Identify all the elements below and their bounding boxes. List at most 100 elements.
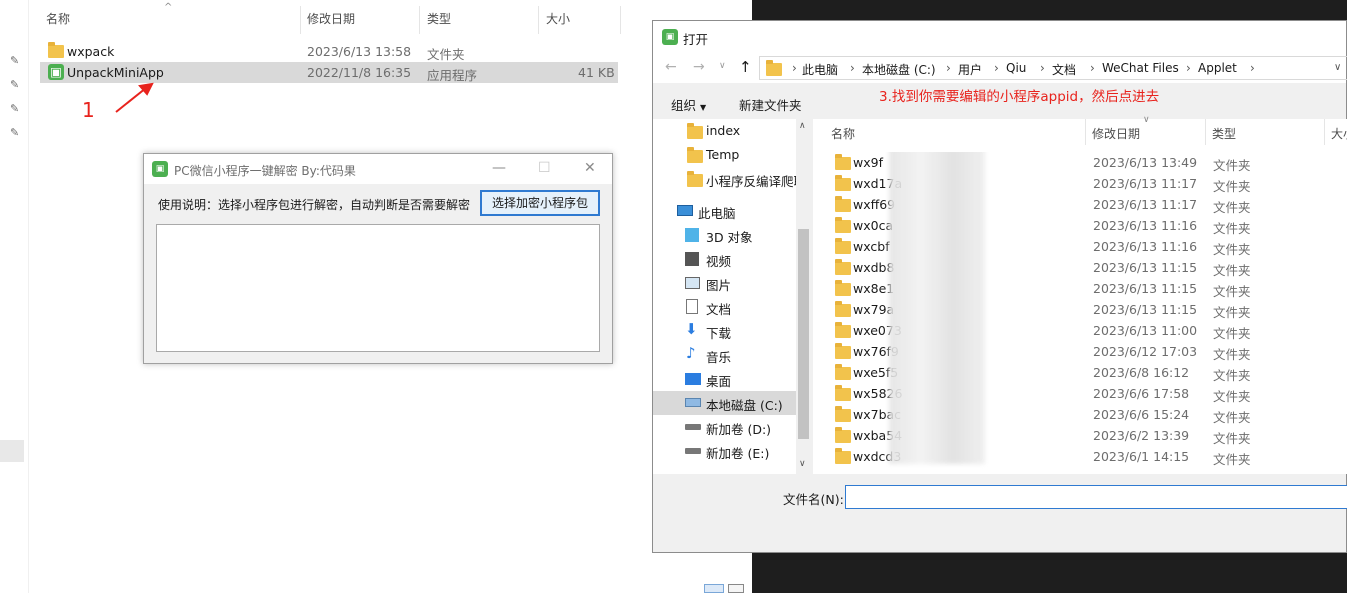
nav-item-music[interactable]: ♪ 音乐 xyxy=(653,343,803,367)
nav-label: 下载 xyxy=(706,326,732,341)
file-type: 文件夹 xyxy=(1213,389,1251,404)
address-bar[interactable]: › 此电脑 › 本地磁盘 (C:) › 用户 › Qiu › 文档 › WeCh… xyxy=(759,56,1347,80)
scroll-up-icon[interactable]: ∧ xyxy=(799,121,806,131)
file-date: 2023/6/12 17:03 xyxy=(1093,344,1198,359)
close-icon[interactable]: ✕ xyxy=(584,160,596,176)
folder-icon xyxy=(835,301,851,317)
details-view-icon[interactable] xyxy=(704,584,724,593)
file-name: wxpack xyxy=(67,44,115,59)
nav-label: 3D 对象 xyxy=(706,230,753,245)
3d-objects-icon xyxy=(685,228,699,242)
breadcrumb-item[interactable]: Qiu xyxy=(1006,61,1026,75)
back-icon[interactable]: ← xyxy=(665,59,677,75)
scroll-thumb[interactable] xyxy=(0,440,24,462)
folder-icon xyxy=(835,322,851,338)
nav-item-drive-e[interactable]: 新加卷 (E:) xyxy=(653,439,803,463)
folder-icon xyxy=(687,123,703,139)
computer-icon xyxy=(677,205,693,216)
file-name: UnpackMiniApp xyxy=(67,65,164,80)
file-row[interactable]: wxpack 2023/6/13 13:58 文件夹 xyxy=(40,41,618,62)
nav-item-3d[interactable]: 3D 对象 xyxy=(653,223,803,247)
organize-label: 组织 xyxy=(671,98,697,113)
nav-scrollbar[interactable]: ∧ ∨ xyxy=(796,119,811,474)
nav-item-documents[interactable]: 文档 xyxy=(653,295,803,319)
column-header-type[interactable]: 类型 xyxy=(1212,125,1236,142)
folder-icon xyxy=(687,147,703,163)
nav-item-video[interactable]: 视频 xyxy=(653,247,803,271)
nav-item-this-pc[interactable]: 此电脑 xyxy=(653,199,803,223)
nav-item-downloads[interactable]: ⬇ 下载 xyxy=(653,319,803,343)
privacy-blur xyxy=(889,152,985,464)
nav-label: 图片 xyxy=(706,278,732,293)
column-header-name[interactable]: 名称 xyxy=(46,10,70,27)
breadcrumb-item[interactable]: 用户 xyxy=(958,61,982,78)
nav-item-desktop[interactable]: 桌面 xyxy=(653,367,803,391)
breadcrumb-item[interactable]: 此电脑 xyxy=(802,61,838,78)
nav-label: 音乐 xyxy=(706,350,732,365)
maximize-icon[interactable]: ☐ xyxy=(538,160,551,176)
file-type: 文件夹 xyxy=(1213,452,1251,467)
file-type: 文件夹 xyxy=(1213,179,1251,194)
file-name: wxcbf xyxy=(853,239,890,254)
chevron-down-icon[interactable]: ∨ xyxy=(1334,62,1341,73)
annotation-step-1: 1 xyxy=(82,98,95,122)
breadcrumb-item[interactable]: Applet xyxy=(1198,61,1237,75)
app-icon: ▣ xyxy=(48,64,64,80)
column-header-type[interactable]: 类型 xyxy=(427,10,451,27)
chevron-right-icon: › xyxy=(994,61,999,75)
nav-label: 桌面 xyxy=(706,374,732,389)
recent-dropdown-icon[interactable]: ∨ xyxy=(719,61,726,71)
up-icon[interactable]: ↑ xyxy=(739,58,752,76)
forward-icon[interactable]: → xyxy=(693,59,705,75)
nav-item-drive-c[interactable]: 本地磁盘 (C:) xyxy=(653,391,796,415)
download-icon: ⬇ xyxy=(685,320,698,338)
file-type: 文件夹 xyxy=(1213,284,1251,299)
file-date: 2023/6/13 13:58 xyxy=(307,44,412,59)
filename-input[interactable] xyxy=(845,485,1347,509)
file-date: 2023/6/1 14:15 xyxy=(1093,449,1190,464)
nav-item-drive-d[interactable]: 新加卷 (D:) xyxy=(653,415,803,439)
documents-icon xyxy=(686,299,698,314)
folder-icon xyxy=(835,196,851,212)
select-package-button[interactable]: 选择加密小程序包 xyxy=(480,190,600,216)
minimize-icon[interactable]: — xyxy=(492,160,506,176)
file-type: 文件夹 xyxy=(1213,326,1251,341)
scroll-thumb[interactable] xyxy=(798,229,809,439)
chevron-right-icon: › xyxy=(792,61,797,75)
file-row-selected[interactable]: ▣ UnpackMiniApp 2022/11/8 16:35 应用程序 41 … xyxy=(40,62,618,83)
decrypt-tool-window: ▣ PC微信小程序一键解密 By:代码果 — ☐ ✕ 使用说明：选择小程序包进行… xyxy=(143,153,613,364)
column-header-date[interactable]: 修改日期 xyxy=(1092,125,1140,142)
new-folder-button[interactable]: 新建文件夹 xyxy=(739,95,802,114)
folder-icon xyxy=(835,385,851,401)
output-textarea[interactable] xyxy=(156,224,600,352)
thumbnail-view-icon[interactable] xyxy=(728,584,744,593)
dialog-title: 打开 xyxy=(683,32,709,47)
folder-icon xyxy=(766,60,782,76)
caret-down-icon: ▼ xyxy=(700,103,707,112)
folder-icon xyxy=(48,42,64,58)
breadcrumb-item[interactable]: 本地磁盘 (C:) xyxy=(862,61,936,78)
scroll-down-icon[interactable]: ∨ xyxy=(799,459,806,469)
file-rows: wx9f 2023/6/13 13:49 文件夹 wxd17a 2023/6/13 1… xyxy=(813,152,1347,472)
nav-label: 本地磁盘 (C:) xyxy=(706,398,783,413)
column-header-size[interactable]: 大小 xyxy=(546,10,570,27)
column-header-size[interactable]: 大小 xyxy=(1331,125,1347,142)
organize-button[interactable]: 组织 ▼ xyxy=(671,95,706,114)
nav-item-decompile[interactable]: 小程序反编译爬取 xyxy=(653,167,796,191)
nav-label: 新加卷 (D:) xyxy=(706,422,772,437)
nav-item-temp[interactable]: Temp xyxy=(653,143,803,167)
pictures-icon xyxy=(685,277,700,289)
chevron-right-icon: › xyxy=(1250,61,1255,75)
nav-item-pictures[interactable]: 图片 xyxy=(653,271,803,295)
nav-item-index[interactable]: index xyxy=(653,119,803,143)
column-header-name[interactable]: 名称 xyxy=(831,125,855,142)
chevron-right-icon: › xyxy=(1186,61,1191,75)
drive-icon xyxy=(685,448,701,454)
breadcrumb-item[interactable]: WeChat Files xyxy=(1102,61,1179,75)
file-type: 文件夹 xyxy=(1213,305,1251,320)
drive-icon xyxy=(685,398,701,407)
breadcrumb-item[interactable]: 文档 xyxy=(1052,61,1076,78)
title-bar: ▣ PC微信小程序一键解密 By:代码果 — ☐ ✕ xyxy=(144,154,612,184)
column-header-date[interactable]: 修改日期 xyxy=(307,10,355,27)
filename-label: 文件名(N): xyxy=(783,492,844,507)
